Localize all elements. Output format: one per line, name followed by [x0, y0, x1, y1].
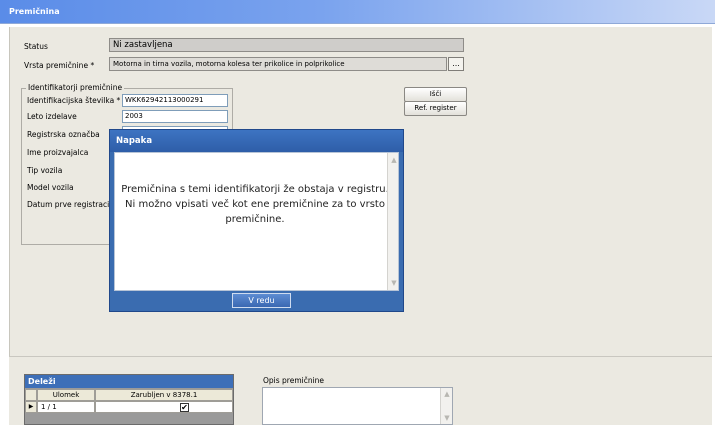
seized-checkbox[interactable]: ✔: [180, 403, 189, 412]
dialog-scrollbar[interactable]: ▲ ▼: [387, 153, 398, 290]
scroll-up-icon[interactable]: ▲: [443, 390, 451, 398]
dialog-scroll-up-icon[interactable]: ▲: [390, 156, 398, 164]
column-header-fraction[interactable]: Ulomek: [37, 389, 95, 401]
vehicle-type-label: Tip vozila: [27, 166, 63, 175]
error-dialog: Napaka Premičnina s temi identifikatorji…: [109, 129, 404, 312]
status-label: Status: [24, 42, 48, 51]
identifiers-legend: Identifikatorji premičnine: [26, 83, 125, 92]
seized-cell[interactable]: [95, 401, 233, 413]
description-textarea[interactable]: ▲ ▼: [262, 387, 453, 425]
type-browse-button[interactable]: ...: [448, 57, 464, 71]
registration-label: Registrska označba: [27, 130, 100, 139]
status-field: Ni zastavljena: [109, 38, 464, 52]
search-button[interactable]: Išči: [404, 87, 467, 102]
fraction-cell[interactable]: 1 / 1: [37, 401, 95, 413]
dialog-title: Napaka: [110, 130, 403, 152]
row-header-corner: [25, 389, 37, 401]
dialog-button-bar: V redu: [114, 291, 399, 311]
shares-title: Deleži: [25, 375, 233, 388]
dialog-message: Premičnina s temi identifikatorji že obs…: [121, 184, 389, 225]
year-input[interactable]: 2003: [122, 110, 228, 123]
dialog-scroll-down-icon[interactable]: ▼: [390, 279, 398, 287]
column-header-seized[interactable]: Zarubljen v 8378.1: [95, 389, 233, 401]
ref-register-button[interactable]: Ref. register: [404, 101, 467, 116]
dialog-body: Premičnina s temi identifikatorji že obs…: [114, 152, 399, 291]
vin-input[interactable]: WKK62942113000291: [122, 94, 228, 107]
row-selector-arrow-icon[interactable]: ▶: [25, 401, 37, 413]
vehicle-model-label: Model vozila: [27, 183, 74, 192]
window-titlebar: Premičnina: [0, 0, 715, 24]
manufacturer-label: Ime proizvajalca: [27, 148, 89, 157]
window-title: Premičnina: [9, 7, 60, 16]
description-scrollbar[interactable]: ▲ ▼: [440, 388, 452, 424]
type-label: Vrsta premičnine *: [24, 61, 95, 70]
year-label: Leto izdelave: [27, 112, 77, 121]
scroll-down-icon[interactable]: ▼: [443, 414, 451, 422]
ok-button[interactable]: V redu: [232, 293, 291, 308]
type-field[interactable]: Motorna in tirna vozila, motorna kolesa …: [109, 57, 447, 71]
vin-label: Identifikacijska številka *: [27, 96, 121, 105]
description-label: Opis premičnine: [263, 376, 325, 385]
first-registration-label: Datum prve registracije: [27, 200, 116, 209]
shares-grid: Deleži Ulomek Zarubljen v 8378.1 ▶ 1 / 1…: [24, 374, 234, 425]
